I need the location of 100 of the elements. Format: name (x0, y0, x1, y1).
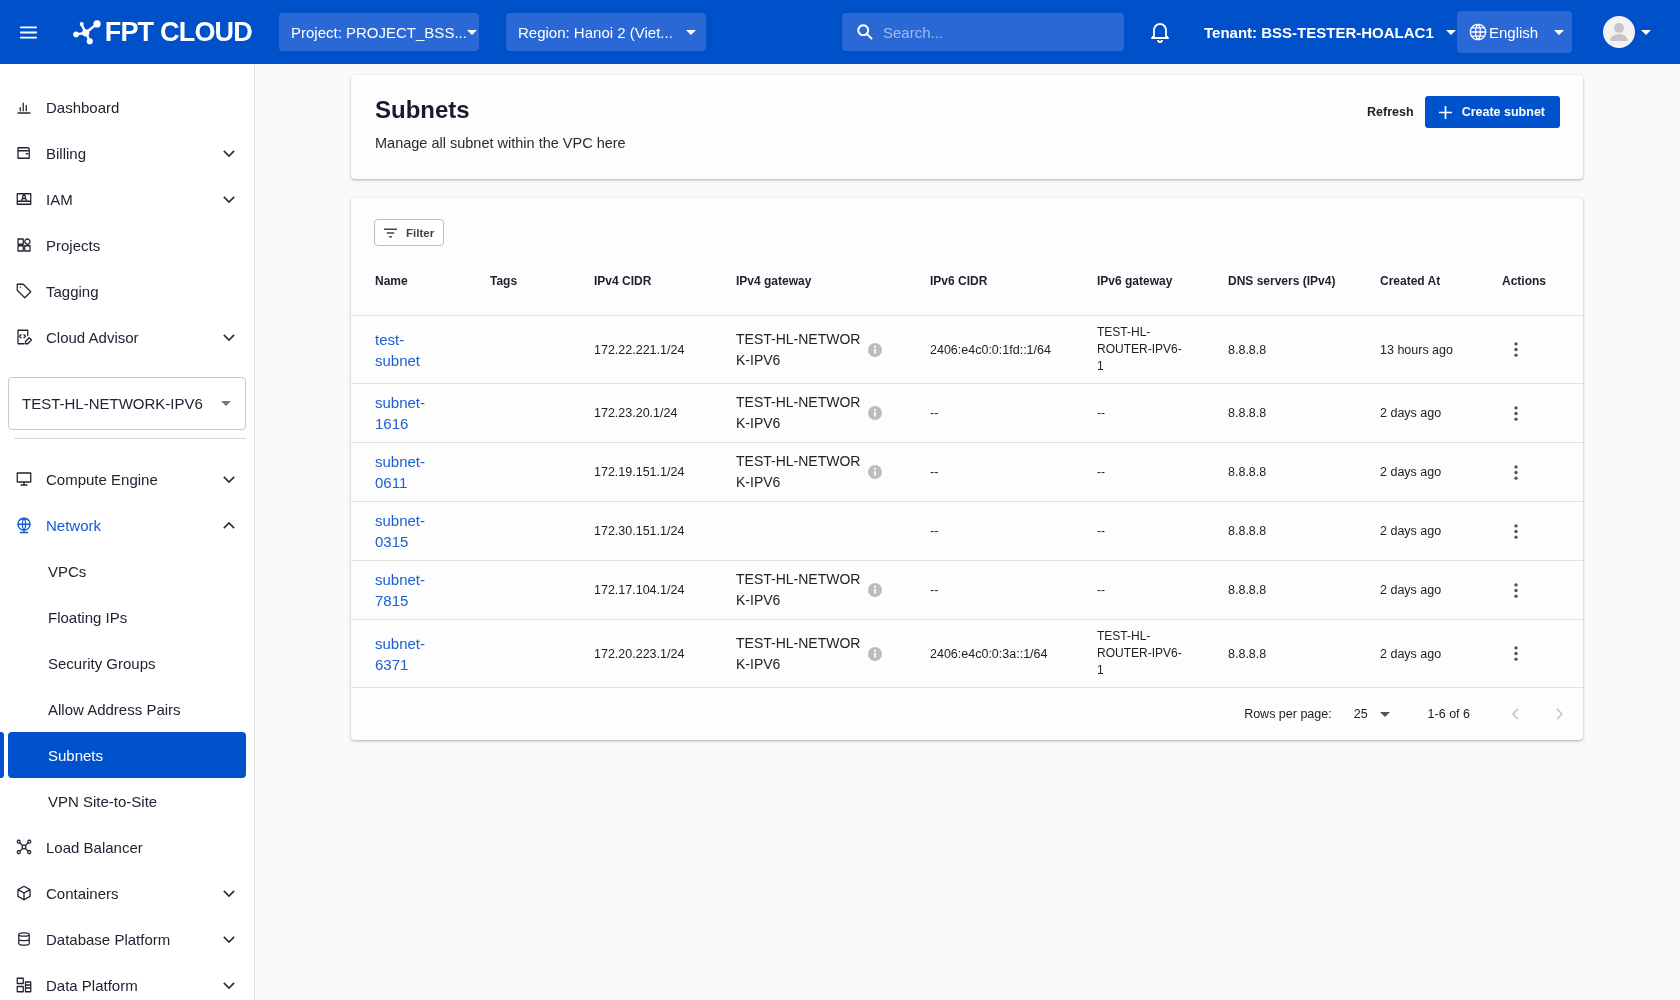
router-name: -- (1097, 404, 1106, 422)
subnet-name-link[interactable]: test-subnet (375, 328, 435, 371)
more-icon[interactable] (1514, 646, 1518, 661)
router-name: -- (1097, 463, 1106, 481)
column-header: DNS servers (IPv4) (1228, 273, 1337, 288)
project-select[interactable]: Project: PROJECT_BSS... (279, 13, 479, 51)
nav-item[interactable]: Compute Engine (0, 456, 254, 502)
page-range: 1-6 of 6 (1427, 707, 1470, 721)
tag-icon (15, 282, 33, 300)
ipv4-cidr-text: 172.17.104.1/24 (594, 583, 685, 597)
column-header: IPv4 gateway (736, 273, 813, 288)
nav-item[interactable]: Tagging (0, 268, 254, 314)
dns-server-text: 8.8.8.8 (1228, 583, 1267, 597)
filter-button[interactable]: Filter (374, 219, 445, 246)
subnet-name-link[interactable]: subnet-6371 (375, 632, 435, 675)
page-title: Subnets (375, 96, 471, 124)
search-field[interactable]: Search... (842, 13, 1124, 51)
project-select[interactable]: TEST-HL-NETWORK-IPV6 (8, 377, 246, 430)
nav-subitem[interactable]: Subnets (8, 732, 246, 778)
created-time: 2 days ago (1380, 406, 1442, 420)
ipv6-cidr-text: -- (930, 524, 939, 538)
created-time: 13 hours ago (1380, 342, 1453, 357)
router-name: -- (1097, 581, 1106, 599)
nav-item[interactable]: Projects (0, 222, 254, 268)
filter-icon (384, 227, 397, 238)
created-time: 2 days ago (1380, 465, 1442, 479)
subnet-name-link[interactable]: subnet-0611 (375, 451, 435, 493)
dns-server-text: 8.8.8.8 (1228, 342, 1267, 357)
blocks-icon (15, 236, 33, 254)
nav-item[interactable]: Cloud Advisor (0, 314, 254, 360)
nav-subitem[interactable]: Allow Address Pairs (8, 686, 246, 732)
menu-icon[interactable] (20, 25, 37, 39)
search-icon (857, 24, 873, 40)
caret-icon (1379, 711, 1390, 717)
caret-icon (1445, 29, 1456, 35)
database-icon (15, 930, 33, 948)
gateway-name: TEST-HL-NETWORK-IPV6 (736, 329, 862, 370)
column-header: Created At (1380, 273, 1442, 288)
logo-text: FPT CLOUD (104, 16, 252, 48)
more-icon[interactable] (1514, 342, 1518, 357)
dns-server-text: 8.8.8.8 (1228, 646, 1267, 661)
cube-icon (15, 884, 33, 902)
column-header: Actions (1502, 273, 1547, 288)
nav-subitem[interactable]: Security Groups (8, 640, 246, 686)
ipv4-cidr-text: 172.20.223.1/24 (594, 646, 685, 661)
plus-icon (1438, 105, 1452, 119)
tenant-select[interactable]: Tenant: BSS-TESTER-HOALAC1 (1204, 23, 1456, 41)
page-subtitle: Manage all subnet within the VPC here (375, 134, 626, 152)
region-select[interactable]: Region: Hanoi 2 (Viet... (506, 13, 706, 51)
subnet-name-link[interactable]: subnet-1616 (375, 392, 435, 434)
caret-icon (221, 401, 231, 406)
more-icon[interactable] (1514, 405, 1518, 421)
monitor-icon (15, 470, 33, 488)
gateway-name: TEST-HL-NETWORK-IPV6 (736, 570, 862, 610)
more-icon[interactable] (1514, 523, 1518, 539)
caret-icon (686, 29, 696, 35)
nav-subitem[interactable]: VPN Site-to-Site (8, 778, 246, 824)
rows-per-page-select[interactable]: 25 (1353, 707, 1390, 721)
ipv6-cidr-text: -- (930, 406, 939, 420)
refresh-button[interactable]: Refresh (1367, 105, 1414, 119)
gateway-name: TEST-HL-NETWORK-IPV6 (736, 393, 862, 433)
globe-icon (15, 516, 33, 534)
create-subnet-button[interactable]: Create subnet (1424, 96, 1560, 128)
bell-icon[interactable] (1150, 21, 1170, 43)
nav-item[interactable]: Database Platform (0, 916, 254, 962)
id-card-icon (15, 190, 33, 208)
nav-item[interactable]: Load Balancer (0, 824, 254, 870)
subnet-name-link[interactable]: subnet-0315 (375, 510, 435, 552)
nav-item[interactable]: Billing (0, 130, 254, 176)
more-icon[interactable] (1514, 582, 1518, 598)
nav-item[interactable]: Data Platform (0, 962, 254, 1000)
gateway-name: TEST-HL-NETWORK-IPV6 (736, 633, 862, 674)
ipv6-cidr-text: 2406:e4c0:0:3a::1/64 (930, 646, 1048, 661)
ipv4-cidr-text: 172.30.151.1/24 (594, 524, 685, 538)
dns-server-text: 8.8.8.8 (1228, 465, 1267, 479)
more-icon[interactable] (1514, 464, 1518, 480)
column-header: IPv6 gateway (1097, 273, 1174, 288)
nav-item[interactable]: IAM (0, 176, 254, 222)
dns-server-text: 8.8.8.8 (1228, 524, 1267, 538)
tiles-icon (15, 976, 33, 994)
created-time: 2 days ago (1380, 646, 1442, 661)
ipv4-cidr-text: 172.19.151.1/24 (594, 465, 685, 479)
nav-subitem[interactable]: VPCs (8, 548, 246, 594)
nodes-icon (15, 838, 33, 856)
router-name: -- (1097, 522, 1106, 540)
created-time: 2 days ago (1380, 524, 1442, 538)
account-menu[interactable] (1603, 16, 1651, 48)
language-select[interactable]: English (1457, 11, 1572, 53)
dns-server-text: 8.8.8.8 (1228, 406, 1267, 420)
ipv6-cidr-text: 2406:e4c0:0:1fd::1/64 (930, 342, 1051, 357)
nav-item[interactable]: Network (0, 502, 254, 548)
nav-subitem[interactable]: Floating IPs (8, 594, 246, 640)
column-header: Tags (490, 273, 519, 288)
ipv6-cidr-text: -- (930, 465, 939, 479)
caret-icon (1554, 29, 1564, 35)
subnet-name-link[interactable]: subnet-7815 (375, 569, 435, 611)
router-name: TEST-HL-ROUTER-IPV6-1 (1097, 324, 1183, 375)
nav-item[interactable]: Dashboard (0, 84, 254, 130)
nav-item[interactable]: Containers (0, 870, 254, 916)
selection-bar (0, 732, 4, 778)
